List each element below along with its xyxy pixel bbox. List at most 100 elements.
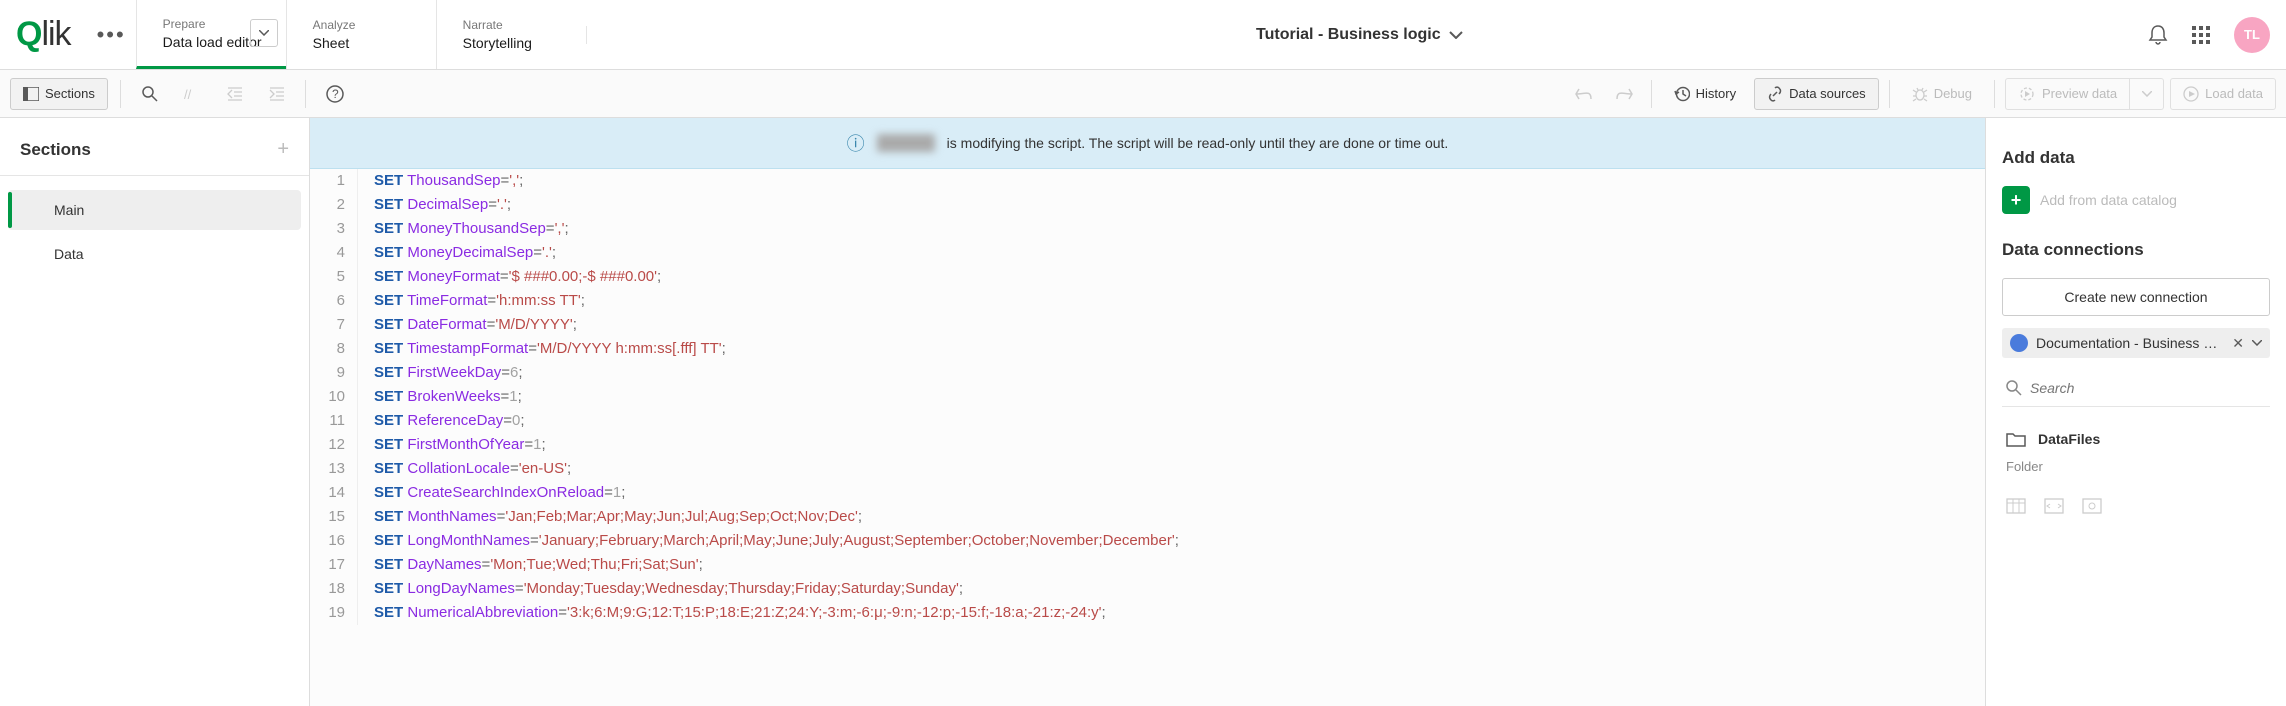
toolbar: Sections // ? History <box>0 70 2286 118</box>
redacted-user <box>877 134 935 152</box>
logo-text: Qlik <box>16 15 71 54</box>
tab-label: Analyze <box>313 18 410 32</box>
code-line: 13SET CollationLocale='en-US'; <box>310 457 1985 481</box>
chevron-down-icon[interactable] <box>1449 31 1463 39</box>
preview-button[interactable]: Preview data <box>2005 78 2130 110</box>
code-line: 18SET LongDayNames='Monday;Tuesday;Wedne… <box>310 577 1985 601</box>
code-line: 6SET TimeFormat='h:mm:ss TT'; <box>310 289 1985 313</box>
section-item-data[interactable]: Data <box>8 234 301 274</box>
chevron-down-icon[interactable] <box>2252 340 2262 346</box>
code-editor[interactable]: 1SET ThousandSep=',';2SET DecimalSep='.'… <box>310 169 1985 706</box>
code-line: 7SET DateFormat='M/D/YYYY'; <box>310 313 1985 337</box>
undo-button[interactable] <box>1567 78 1601 110</box>
tab-label: Prepare <box>163 17 262 31</box>
btn-label: Data sources <box>1789 86 1866 101</box>
code-line: 11SET ReferenceDay=0; <box>310 409 1985 433</box>
sections-button[interactable]: Sections <box>10 78 108 110</box>
section-label: Main <box>54 202 84 218</box>
tab-label: Narrate <box>463 18 560 32</box>
folder-type-label: Folder <box>2002 459 2270 474</box>
data-sources-button[interactable]: Data sources <box>1754 78 1879 110</box>
help-button[interactable]: ? <box>318 78 352 110</box>
search-input[interactable] <box>2030 380 2266 396</box>
comment-icon: // <box>184 87 200 101</box>
add-data-title: Add data <box>2002 148 2270 168</box>
help-icon: ? <box>326 85 344 103</box>
code-line: 12SET FirstMonthOfYear=1; <box>310 433 1985 457</box>
connection-chip[interactable]: Documentation - Business Logic ... ✕ <box>2002 328 2270 358</box>
svg-text:?: ? <box>332 87 339 101</box>
sections-list: Main Data <box>0 176 309 292</box>
connection-actions <box>2002 486 2270 528</box>
debug-button[interactable]: Debug <box>1900 78 1984 110</box>
redo-button[interactable] <box>1607 78 1641 110</box>
section-label: Data <box>54 246 84 262</box>
sections-title: Sections <box>20 140 91 160</box>
code-line: 15SET MonthNames='Jan;Feb;Mar;Apr;May;Ju… <box>310 505 1985 529</box>
code-line: 16SET LongMonthNames='January;February;M… <box>310 529 1985 553</box>
history-button[interactable]: History <box>1662 78 1748 110</box>
datafiles-item[interactable]: DataFiles <box>2002 419 2270 447</box>
code-line: 17SET DayNames='Mon;Tue;Wed;Thu;Fri;Sat;… <box>310 553 1985 577</box>
svg-text://: // <box>184 87 192 101</box>
preview-data-icon[interactable] <box>2082 498 2102 516</box>
close-icon[interactable]: ✕ <box>2232 335 2244 352</box>
tab-value: Sheet <box>313 35 410 51</box>
connection-name: Documentation - Business Logic ... <box>2036 335 2224 351</box>
connections-title: Data connections <box>2002 240 2270 260</box>
undo-icon <box>1575 87 1593 101</box>
play-icon <box>2183 86 2199 102</box>
more-button[interactable]: ••• <box>87 22 136 48</box>
code-line: 5SET MoneyFormat='$ ###0.00;-$ ###0.00'; <box>310 265 1985 289</box>
code-line: 3SET MoneyThousandSep=','; <box>310 217 1985 241</box>
avatar[interactable]: TL <box>2234 17 2270 53</box>
chevron-down-icon[interactable] <box>250 19 278 47</box>
sections-panel: Sections + Main Data <box>0 118 310 706</box>
code-line: 1SET ThousandSep=','; <box>310 169 1985 193</box>
connection-search[interactable] <box>2002 370 2270 407</box>
connection-icon <box>2010 334 2028 352</box>
load-data-button[interactable]: Load data <box>2170 78 2276 110</box>
history-icon <box>1674 86 1690 102</box>
outdent-button[interactable] <box>217 78 251 110</box>
add-from-catalog[interactable]: + Add from data catalog <box>2002 186 2270 214</box>
datafiles-label: DataFiles <box>2038 431 2100 447</box>
code-line: 4SET MoneyDecimalSep='.'; <box>310 241 1985 265</box>
preview-dropdown[interactable] <box>2130 78 2164 110</box>
sections-header: Sections + <box>0 118 309 176</box>
header-right: TL <box>2132 17 2286 53</box>
comment-button[interactable]: // <box>175 78 209 110</box>
bell-icon[interactable] <box>2148 24 2168 46</box>
grid-icon[interactable] <box>2192 26 2210 44</box>
folder-icon <box>2006 431 2026 447</box>
select-data-icon[interactable] <box>2006 498 2026 516</box>
code-line: 14SET CreateSearchIndexOnReload=1; <box>310 481 1985 505</box>
panel-icon <box>23 87 39 101</box>
tab-analyze[interactable]: Analyze Sheet <box>286 0 436 69</box>
nav-tabs: Prepare Data load editor Analyze Sheet N… <box>136 0 586 69</box>
indent-button[interactable] <box>259 78 293 110</box>
btn-label: History <box>1696 86 1736 101</box>
main: Sections + Main Data ⓘ is modifying the … <box>0 118 2286 706</box>
add-section-button[interactable]: + <box>277 138 289 161</box>
tab-value: Data load editor <box>163 34 262 50</box>
insert-script-icon[interactable] <box>2044 498 2064 516</box>
tab-prepare[interactable]: Prepare Data load editor <box>136 0 286 69</box>
tab-value: Storytelling <box>463 35 560 51</box>
code-line: 9SET FirstWeekDay=6; <box>310 361 1985 385</box>
code-line: 2SET DecimalSep='.'; <box>310 193 1985 217</box>
info-icon: ⓘ <box>847 130 865 156</box>
section-item-main[interactable]: Main <box>8 190 301 230</box>
right-panel: Add data + Add from data catalog Data co… <box>1986 118 2286 706</box>
create-connection-button[interactable]: Create new connection <box>2002 278 2270 316</box>
indent-icon <box>268 87 284 101</box>
preview-icon <box>2018 86 2036 102</box>
btn-label: Preview data <box>2042 86 2117 101</box>
bug-icon <box>1912 86 1928 102</box>
logo: Qlik <box>0 15 87 54</box>
tab-narrate[interactable]: Narrate Storytelling <box>436 0 586 69</box>
header-center: Tutorial - Business logic <box>586 26 2132 44</box>
btn-label: Sections <box>45 86 95 101</box>
search-button[interactable] <box>133 78 167 110</box>
link-icon <box>1767 86 1783 102</box>
